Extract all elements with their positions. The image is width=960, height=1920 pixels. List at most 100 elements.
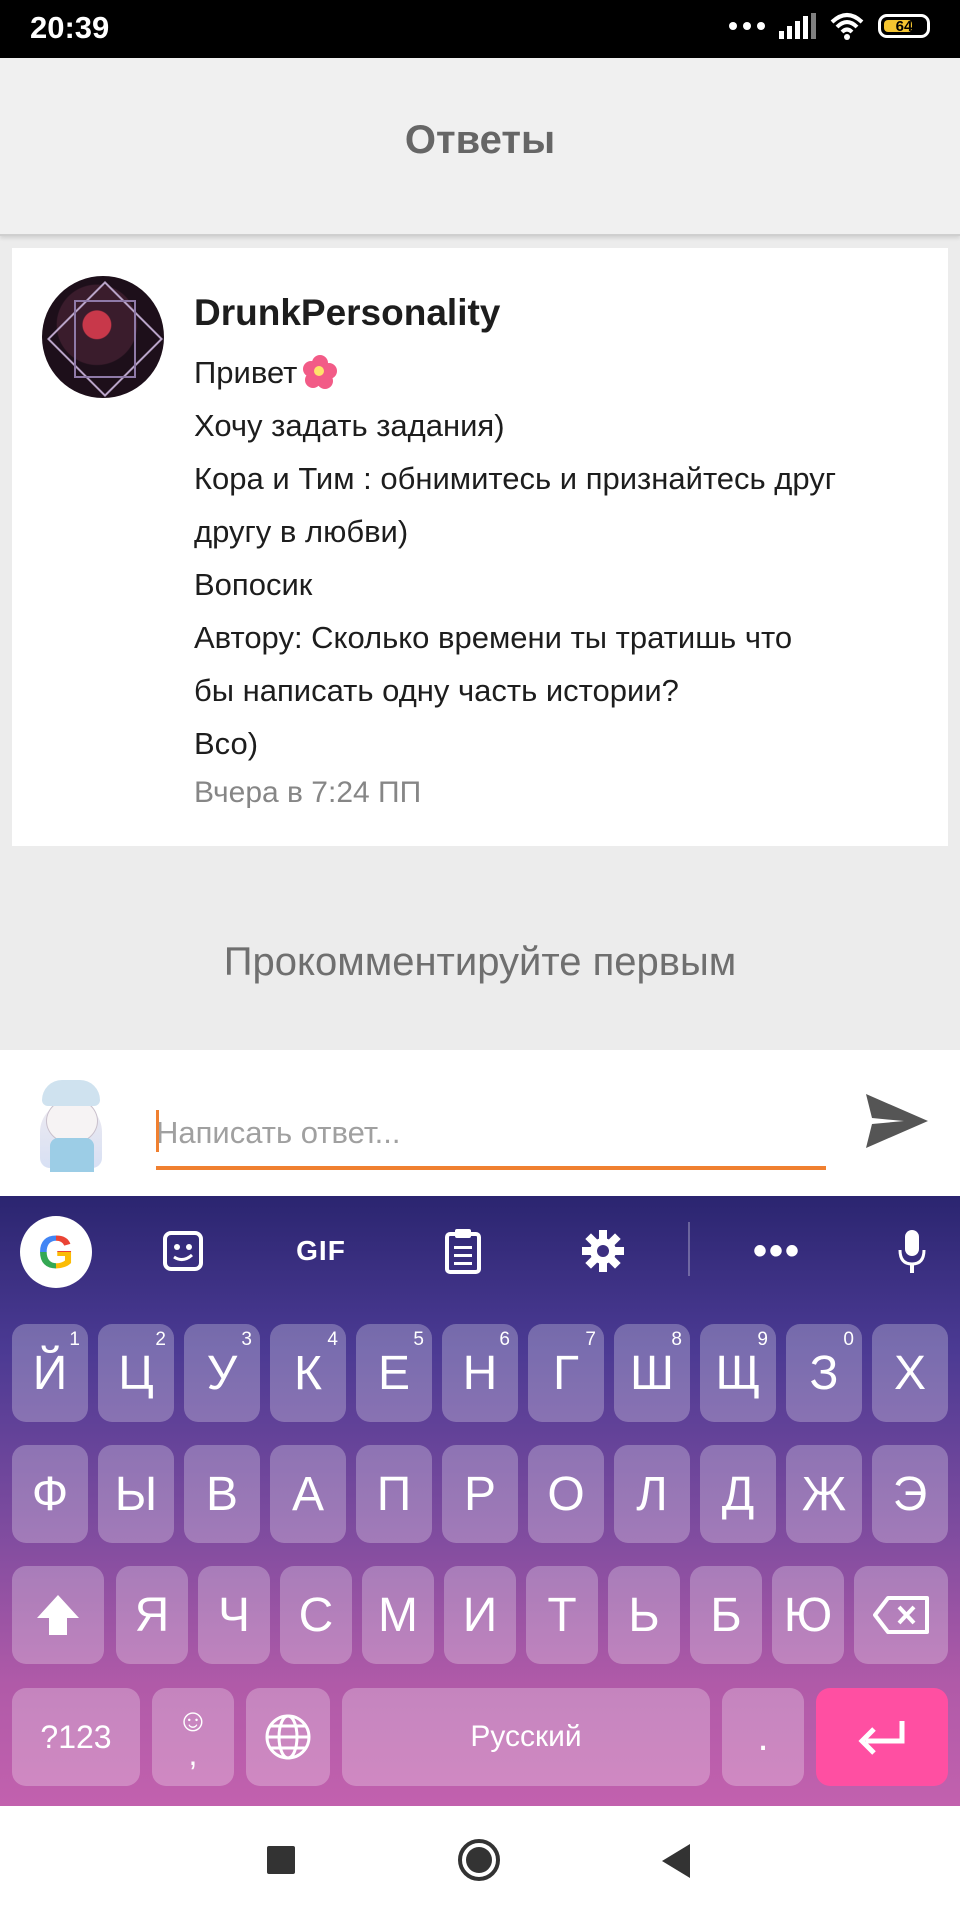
key-hint: 9: [757, 1329, 768, 1350]
key-hint: 8: [671, 1329, 682, 1350]
system-nav-bar: [0, 1806, 960, 1920]
key[interactable]: М: [362, 1566, 434, 1664]
key[interactable]: Ч: [198, 1566, 270, 1664]
post-timestamp: Вчера в 7:24 ПП: [194, 776, 422, 809]
post-line: Вопосик: [194, 567, 313, 602]
backspace-icon: [873, 1596, 929, 1634]
backspace-key[interactable]: [854, 1566, 948, 1664]
key[interactable]: О: [528, 1445, 604, 1543]
emoji-comma-key[interactable]: ☺ ,: [152, 1688, 234, 1786]
key[interactable]: Э: [872, 1445, 948, 1543]
comma-label: ,: [188, 1736, 198, 1772]
key[interactable]: Ь: [608, 1566, 680, 1664]
key-label: У: [206, 1346, 238, 1400]
key[interactable]: Я: [116, 1566, 188, 1664]
key[interactable]: Ю: [772, 1566, 844, 1664]
page-title: Ответы: [404, 118, 556, 162]
key-label: Й: [32, 1346, 68, 1400]
gif-button[interactable]: GIF: [290, 1226, 352, 1276]
toolbar-divider: [688, 1222, 690, 1276]
key-hint: 4: [327, 1329, 338, 1350]
key[interactable]: Е5: [356, 1324, 432, 1422]
post-line: Хочу задать задания): [194, 408, 505, 443]
more-options-icon[interactable]: •••: [752, 1226, 802, 1276]
key-label: Ц: [118, 1346, 154, 1400]
signal-icon: [779, 13, 816, 39]
recent-apps-button[interactable]: [267, 1846, 295, 1874]
key-hint: 5: [413, 1329, 424, 1350]
home-button[interactable]: [458, 1839, 500, 1881]
smiley-icon: ☺: [176, 1702, 210, 1738]
key-hint: 3: [241, 1329, 252, 1350]
user-avatar: [32, 1074, 110, 1172]
key[interactable]: Ш8: [614, 1324, 690, 1422]
battery-icon: 64: [878, 14, 930, 38]
key[interactable]: Ц2: [98, 1324, 174, 1422]
microphone-icon[interactable]: [887, 1226, 937, 1276]
enter-key[interactable]: [816, 1688, 948, 1786]
key[interactable]: И: [444, 1566, 516, 1664]
reply-input[interactable]: [156, 1100, 826, 1170]
post-line: Кора и Тим : обнимитесь и признайтесь др…: [194, 461, 837, 496]
key-label: Щ: [715, 1346, 761, 1400]
key-hint: 6: [499, 1329, 510, 1350]
reply-bar: [0, 1050, 960, 1196]
key[interactable]: А: [270, 1445, 346, 1543]
shift-arrow-icon: [37, 1595, 79, 1635]
key[interactable]: У3: [184, 1324, 260, 1422]
key-label: Х: [893, 1346, 926, 1400]
text-cursor: [156, 1110, 159, 1152]
key[interactable]: С: [280, 1566, 352, 1664]
key[interactable]: Г7: [528, 1324, 604, 1422]
post-line: Всо): [194, 726, 259, 761]
keyboard: G GIF ••• Й1Ц2У3К4Е5Н6Г7Ш8Щ9З0Х ФЫВАПРОЛ…: [0, 1196, 960, 1806]
send-icon[interactable]: [862, 1086, 932, 1156]
google-search-button[interactable]: G: [20, 1216, 92, 1288]
author-name[interactable]: DrunkPersonality: [194, 292, 500, 334]
language-key[interactable]: [246, 1688, 330, 1786]
spacebar[interactable]: Русский: [342, 1688, 710, 1786]
wifi-icon: [830, 13, 864, 40]
key[interactable]: Л: [614, 1445, 690, 1543]
key[interactable]: Й1: [12, 1324, 88, 1422]
key-label: Н: [462, 1346, 498, 1400]
status-bar: 20:39 64: [0, 0, 960, 58]
key-hint: 0: [843, 1329, 854, 1350]
key[interactable]: Х: [872, 1324, 948, 1422]
key[interactable]: Б: [690, 1566, 762, 1664]
symbols-key[interactable]: ?123: [12, 1688, 140, 1786]
key[interactable]: Ы: [98, 1445, 174, 1543]
dots-icon: [729, 22, 765, 30]
post-line: Автору: Сколько времени ты тратишь что: [194, 620, 793, 655]
key-label: Г: [553, 1346, 579, 1400]
key[interactable]: В: [184, 1445, 260, 1543]
key[interactable]: П: [356, 1445, 432, 1543]
key[interactable]: З0: [786, 1324, 862, 1422]
empty-comments-message: Прокомментируйте первым: [223, 940, 737, 984]
key[interactable]: Р: [442, 1445, 518, 1543]
key[interactable]: Щ9: [700, 1324, 776, 1422]
post-line: бы написать одну часть истории?: [194, 673, 679, 708]
google-icon: G: [38, 1226, 74, 1278]
key-label: Ш: [630, 1346, 674, 1400]
battery-level: 64: [895, 17, 913, 35]
post-line: Привет: [194, 346, 934, 399]
key-label: Е: [377, 1346, 410, 1400]
post-body: Привет Хочу задать задания) Кора и Тим :…: [194, 346, 934, 770]
globe-icon: [265, 1714, 311, 1760]
period-key[interactable]: .: [722, 1688, 804, 1786]
key[interactable]: Н6: [442, 1324, 518, 1422]
settings-gear-icon[interactable]: [578, 1226, 628, 1276]
key-hint: 2: [155, 1329, 166, 1350]
key[interactable]: Ф: [12, 1445, 88, 1543]
sticker-icon[interactable]: [158, 1226, 208, 1276]
key[interactable]: Ж: [786, 1445, 862, 1543]
clipboard-icon[interactable]: [438, 1226, 488, 1276]
author-avatar[interactable]: [42, 276, 164, 398]
key[interactable]: Т: [526, 1566, 598, 1664]
shift-key[interactable]: [12, 1566, 104, 1664]
key[interactable]: Д: [700, 1445, 776, 1543]
back-button[interactable]: [662, 1844, 690, 1878]
key[interactable]: К4: [270, 1324, 346, 1422]
post-line: другу в любви): [194, 514, 409, 549]
